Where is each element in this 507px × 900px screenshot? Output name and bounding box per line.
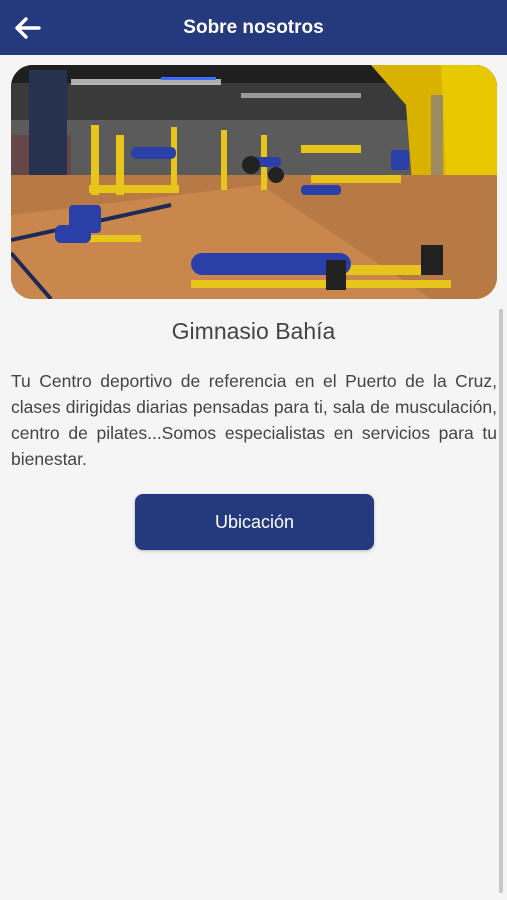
page-title: Sobre nosotros — [183, 16, 324, 38]
back-button[interactable] — [10, 11, 44, 45]
arrow-left-icon — [15, 17, 41, 39]
gym-name: Gimnasio Bahía — [171, 318, 336, 344]
location-button[interactable]: Ubicación — [135, 494, 374, 550]
app-bar: Sobre nosotros — [0, 0, 507, 55]
scrollbar[interactable] — [499, 309, 503, 893]
gym-photo — [11, 65, 497, 299]
gym-description: Tu Centro deportivo de referencia en el … — [11, 371, 497, 469]
